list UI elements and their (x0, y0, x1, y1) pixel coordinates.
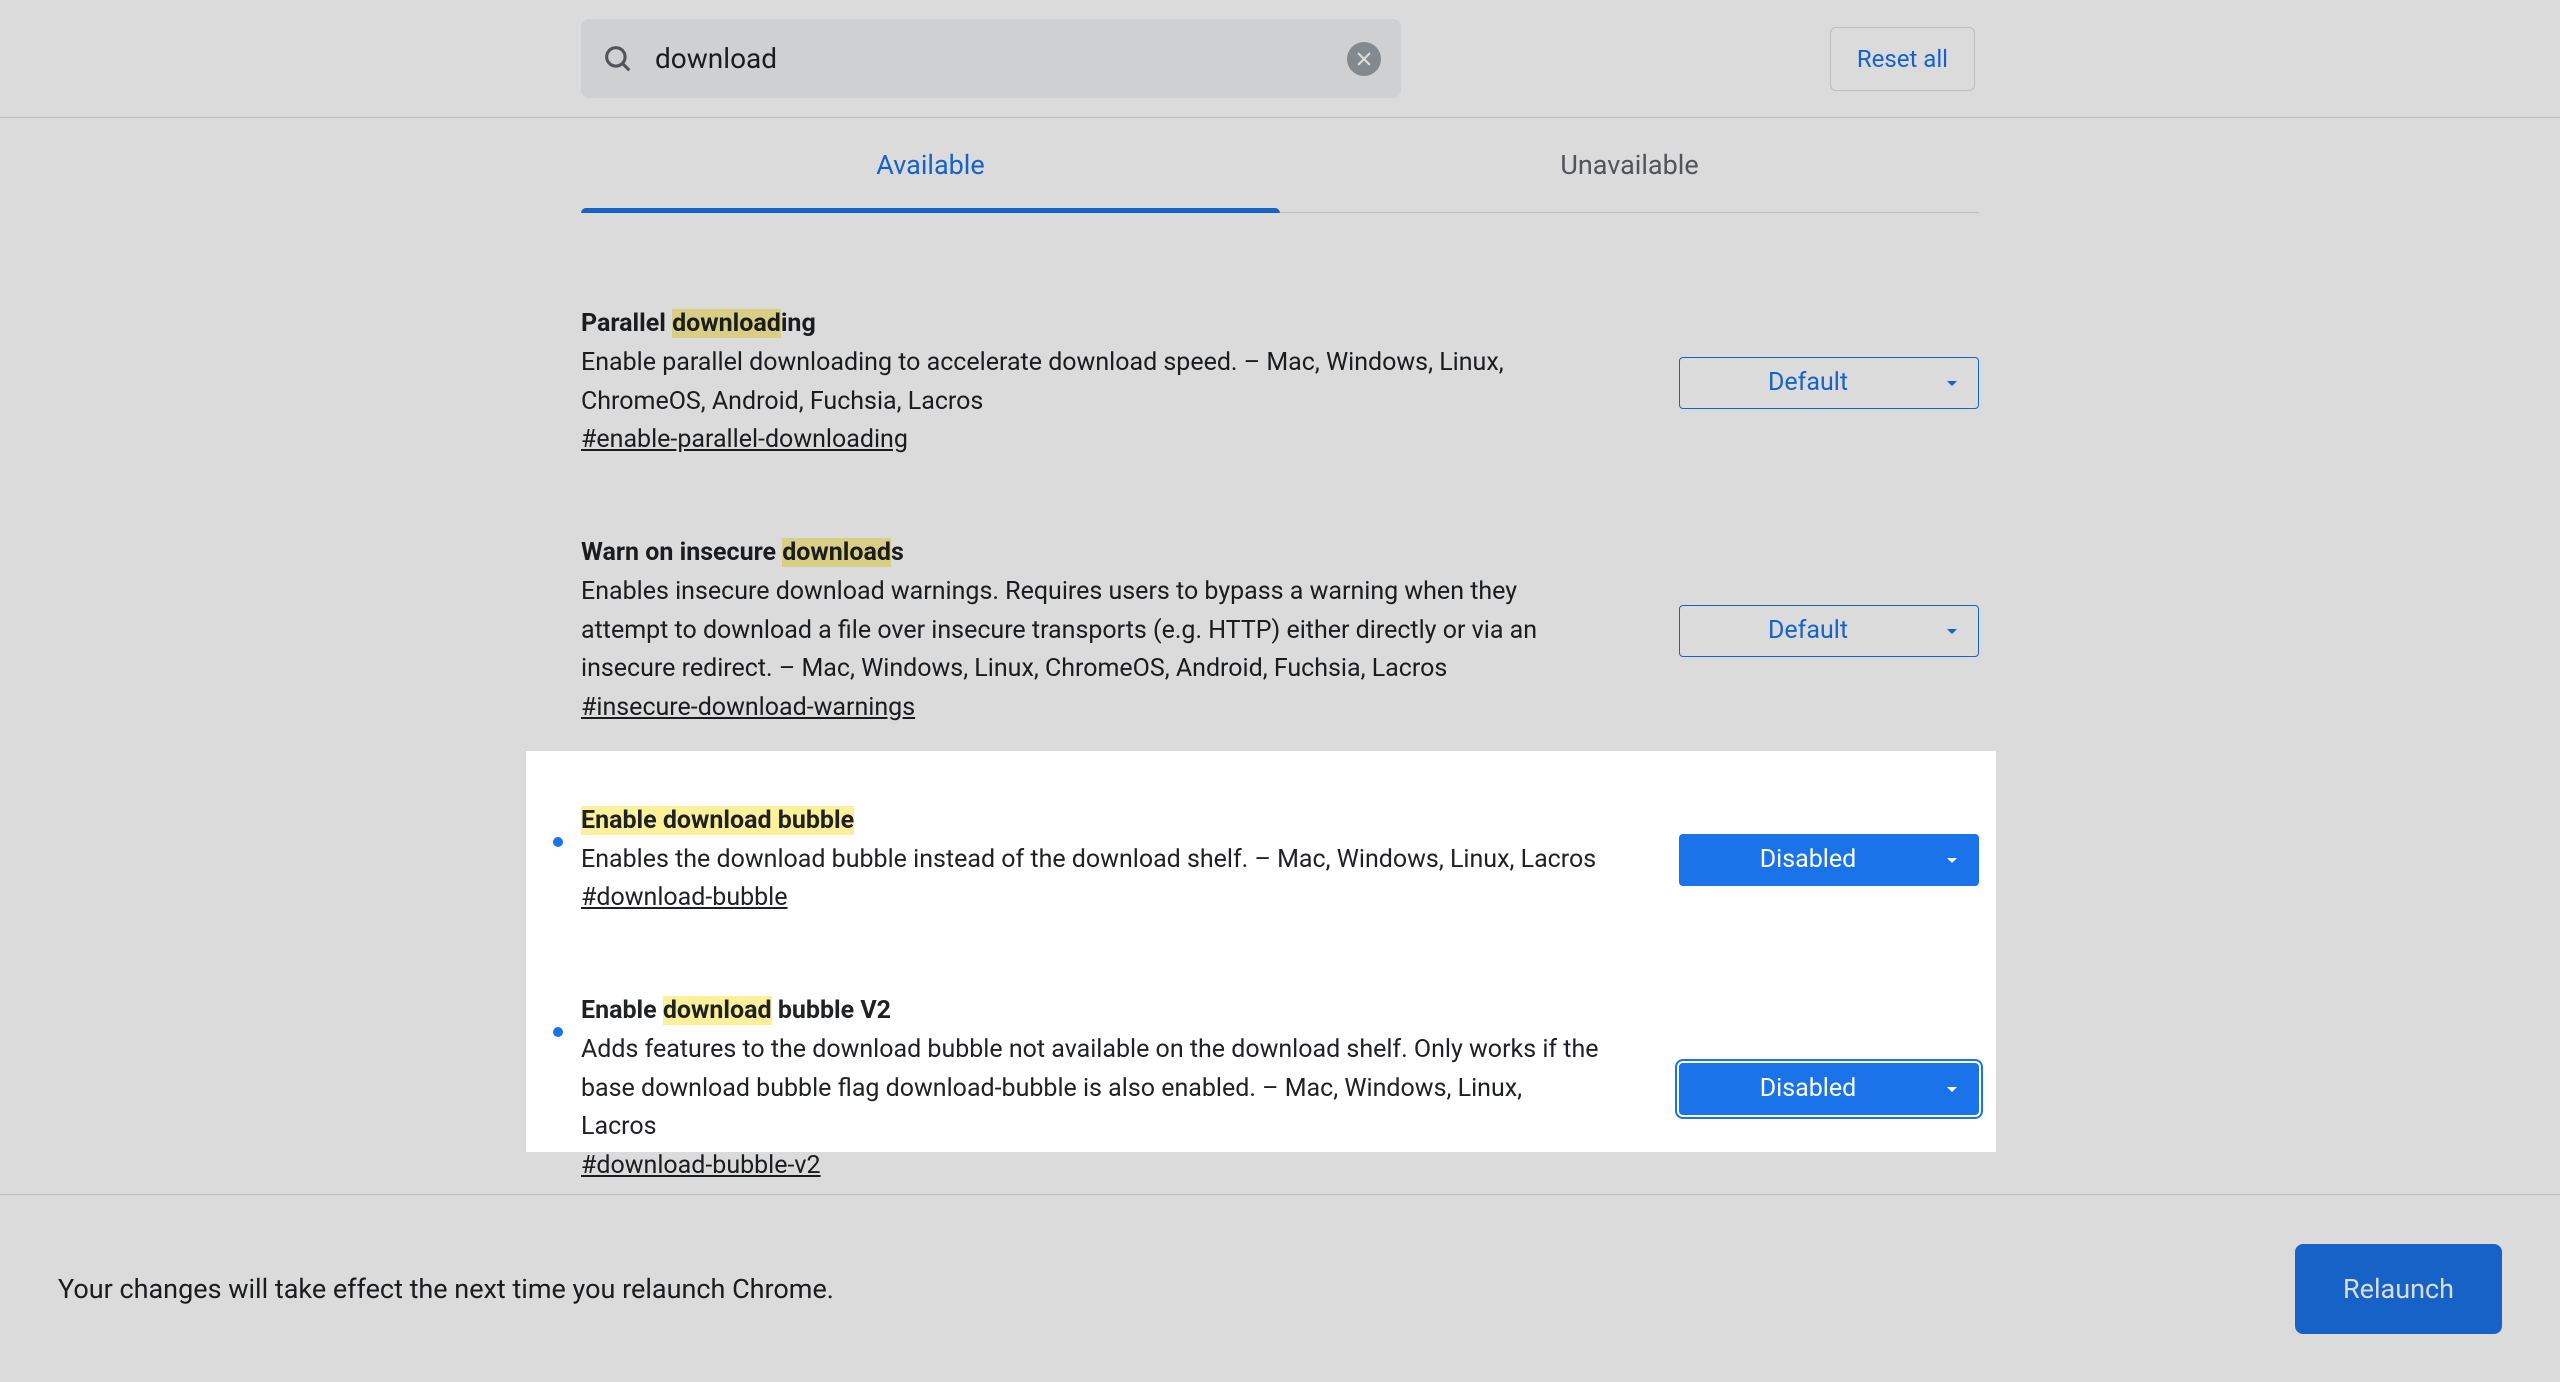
tabs: Available Unavailable (581, 118, 1979, 213)
modified-indicator-dot (553, 837, 563, 847)
flag-description: Enables insecure download warnings. Requ… (581, 573, 1599, 689)
flag-item: Warn on insecure downloadsEnables insecu… (581, 512, 1979, 780)
search-box[interactable] (581, 19, 1401, 98)
flag-description: Enable parallel downloading to accelerat… (581, 344, 1599, 422)
relaunch-message: Your changes will take effect the next t… (58, 1273, 834, 1305)
search-input[interactable] (655, 42, 1347, 75)
flag-hash-link[interactable]: #insecure-download-warnings (581, 693, 915, 722)
flag-description: Adds features to the download bubble not… (581, 1031, 1599, 1147)
tab-unavailable[interactable]: Unavailable (1280, 118, 1979, 212)
flag-item: Enable download bubbleEnables the downlo… (581, 780, 1979, 970)
flag-description: Enables the download bubble instead of t… (581, 841, 1599, 880)
flags-list: Parallel downloadingEnable parallel down… (581, 213, 1979, 1238)
flag-select[interactable]: DefaultEnabledDisabled (1679, 834, 1979, 886)
flag-title: Warn on insecure downloads (581, 534, 1599, 573)
tab-available[interactable]: Available (581, 118, 1280, 212)
reset-all-button[interactable]: Reset all (1830, 27, 1975, 91)
flag-select[interactable]: DefaultEnabledDisabled (1679, 605, 1979, 657)
flag-item: Parallel downloadingEnable parallel down… (581, 283, 1979, 512)
close-icon (1355, 50, 1373, 68)
flag-title: Parallel downloading (581, 305, 1599, 344)
clear-search-button[interactable] (1347, 42, 1381, 76)
flag-title: Enable download bubble V2 (581, 992, 1599, 1031)
flag-title: Enable download bubble (581, 802, 1599, 841)
relaunch-bar: Your changes will take effect the next t… (0, 1194, 2560, 1382)
flag-hash-link[interactable]: #download-bubble (581, 883, 788, 912)
relaunch-button[interactable]: Relaunch (2295, 1244, 2502, 1334)
flag-hash-link[interactable]: #enable-parallel-downloading (581, 425, 908, 454)
modified-indicator-dot (553, 1027, 563, 1037)
search-icon (601, 42, 635, 76)
flag-select[interactable]: DefaultEnabledDisabled (1679, 1063, 1979, 1115)
flag-select[interactable]: DefaultEnabledDisabled (1679, 357, 1979, 409)
flag-hash-link[interactable]: #download-bubble-v2 (581, 1151, 821, 1180)
